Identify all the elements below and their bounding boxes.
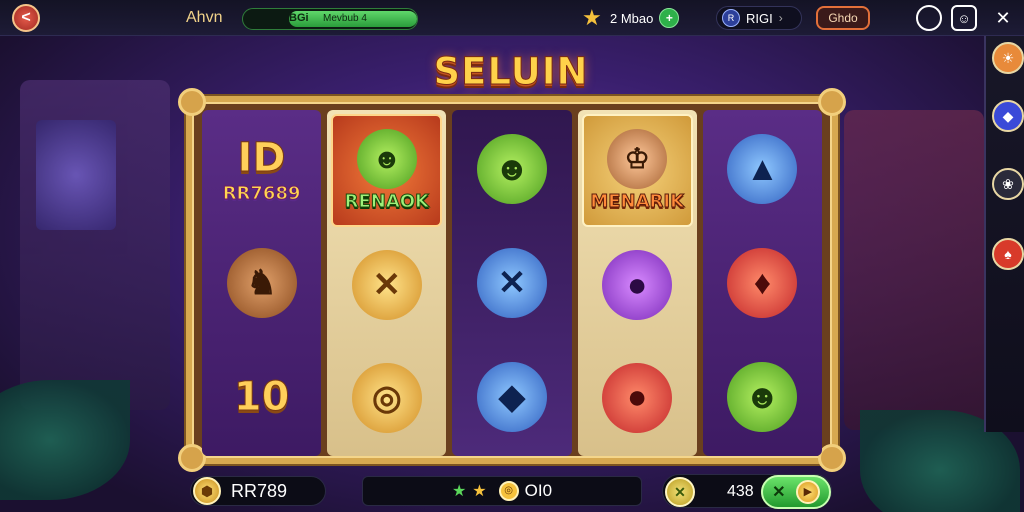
rank-text: RIGI	[746, 10, 773, 26]
background-arcade-machine-right	[844, 110, 984, 430]
reel-column: ☻ RENAOK ✕ ◎	[327, 110, 447, 456]
bet-pill: ✕ 438 ✕ ▶	[662, 474, 832, 509]
user-icon[interactable]: ☺	[951, 5, 977, 31]
symbol-caption: MENARIK	[590, 190, 685, 212]
profile-circle-icon[interactable]	[916, 5, 942, 31]
reel-cell: ▲	[707, 114, 818, 224]
reel-column: ♔ MENARIK ● ●	[577, 110, 697, 456]
rank-pill[interactable]: R RIGI ›	[716, 6, 802, 30]
info-text: Mevbub 4	[323, 13, 367, 24]
balance-pill: ⬢ RR789	[190, 476, 326, 506]
side-item-tiger[interactable]: ☀	[992, 42, 1024, 74]
reel-cell: ♞	[206, 228, 317, 338]
reel-cell: ✕	[331, 231, 442, 340]
reel-cell: ID RR7689	[206, 114, 317, 224]
reel-column: ID RR7689 ♞ 10	[202, 110, 322, 456]
bottom-bar: ⬢ RR789 ★ ★ ◎ OI0 ✕ 438 ✕ ▶	[0, 468, 1024, 512]
settings-cross-icon[interactable]: ✕	[990, 5, 1016, 31]
rank-chevron-icon: ›	[778, 11, 783, 25]
top-bar: < Ahvn BGi Mevbub 4 ★ 2 Mbao + R RIGI › …	[0, 0, 1024, 36]
reel-cell: ✕	[456, 228, 567, 338]
symbol-caption: RR7689	[222, 182, 301, 204]
horse-icon: ♞	[226, 248, 297, 318]
gold-star-icon: ★	[472, 483, 487, 500]
bet-amount: 438	[727, 483, 754, 500]
info-tag: BGi	[289, 12, 309, 24]
play-icon[interactable]: ▶	[795, 480, 820, 504]
red-orb-icon: ●	[602, 362, 673, 433]
back-arrow-icon: <	[21, 9, 31, 26]
leaf-badge-icon: ❀	[1002, 175, 1014, 192]
rank-icon: R	[722, 9, 740, 27]
gold-coin-stack-icon: ◎	[351, 362, 422, 433]
background-arcade-machine-left	[20, 80, 170, 410]
frame-corner-ornament	[818, 88, 846, 116]
green-star-icon: ★	[451, 483, 467, 500]
balance-amount: RR789	[231, 480, 288, 501]
reel-cell: ☻ RENAOK	[331, 114, 443, 227]
reel-cell: ☻	[707, 342, 818, 452]
reel-frame: ID RR7689 ♞ 10 ☻ RENAOK ✕ ◎ ☻ ✕ ◆ ♔ MENARIK ● ● ▲ ♦ ☻	[178, 88, 846, 472]
blue-gem-badge-icon: ◆	[1002, 107, 1014, 124]
cancel-icon[interactable]: ✕	[772, 482, 785, 502]
reel-cell: ☻	[456, 114, 567, 224]
gold-x-icon: ✕	[351, 250, 422, 320]
reel-cell: ●	[582, 343, 693, 452]
info-progress-pill: BGi Mevbub 4	[242, 8, 418, 30]
blue-blade-icon: ✕	[477, 248, 547, 318]
mushroom-badge-icon: ♠	[1004, 246, 1012, 262]
spin-button[interactable]: ✕ ▶	[761, 475, 831, 509]
reel-column: ▲ ♦ ☻	[702, 110, 823, 456]
wallet-icon: ⬢	[193, 477, 221, 505]
win-amount: OI0	[524, 481, 553, 500]
green-monster-icon: ☻	[356, 128, 417, 189]
reel-cell: ◆	[456, 342, 567, 452]
side-item-leaf[interactable]: ❀	[992, 168, 1024, 200]
side-item-mushroom[interactable]: ♠	[992, 238, 1024, 270]
add-coins-button[interactable]: +	[659, 8, 680, 28]
win-pill: ★ ★ ◎ OI0	[362, 476, 642, 506]
reel-cell: ♔ MENARIK	[581, 114, 693, 227]
bet-coin-icon[interactable]: ✕	[665, 477, 695, 507]
green-goblin-icon: ☻	[727, 362, 798, 432]
coin-balance: ★ 2 Mbao +	[582, 5, 680, 30]
side-item-gem[interactable]: ◆	[992, 100, 1024, 132]
symbol-caption: RENAOK	[344, 190, 429, 212]
background-arcade-screen	[36, 120, 116, 230]
side-panel: ☀ ◆ ❀ ♠	[984, 36, 1024, 432]
symbol-text: ID	[237, 134, 286, 181]
back-button[interactable]: <	[12, 4, 40, 32]
game-title: SELUIN SLOT	[433, 50, 589, 137]
blue-fish-icon: ◆	[477, 362, 547, 432]
reel-cell: 10	[206, 342, 317, 452]
blue-shark-icon: ▲	[727, 134, 798, 204]
symbol-text: 10	[233, 374, 290, 421]
reel-cell: ♦	[707, 228, 818, 338]
coin-amount: 2 Mbao	[610, 10, 654, 26]
reel-column: ☻ ✕ ◆	[452, 110, 572, 456]
tiger-badge-icon: ☀	[1001, 49, 1015, 66]
shop-button[interactable]: Ghdo	[816, 6, 870, 30]
red-rocket-icon: ♦	[727, 248, 798, 318]
horned-monster-icon: ☻	[477, 134, 547, 204]
reel-cell: ◎	[331, 343, 442, 452]
purple-orb-icon: ●	[602, 250, 673, 320]
win-coin-icon: ◎	[498, 481, 519, 501]
reel-cell: ●	[582, 231, 693, 340]
star-coin-icon: ★	[582, 5, 602, 30]
goblin-king-icon: ♔	[607, 128, 668, 189]
player-name: Ahvn	[186, 9, 223, 26]
reels-grid: ID RR7689 ♞ 10 ☻ RENAOK ✕ ◎ ☻ ✕ ◆ ♔ MENARIK ● ● ▲ ♦ ☻	[202, 110, 823, 456]
